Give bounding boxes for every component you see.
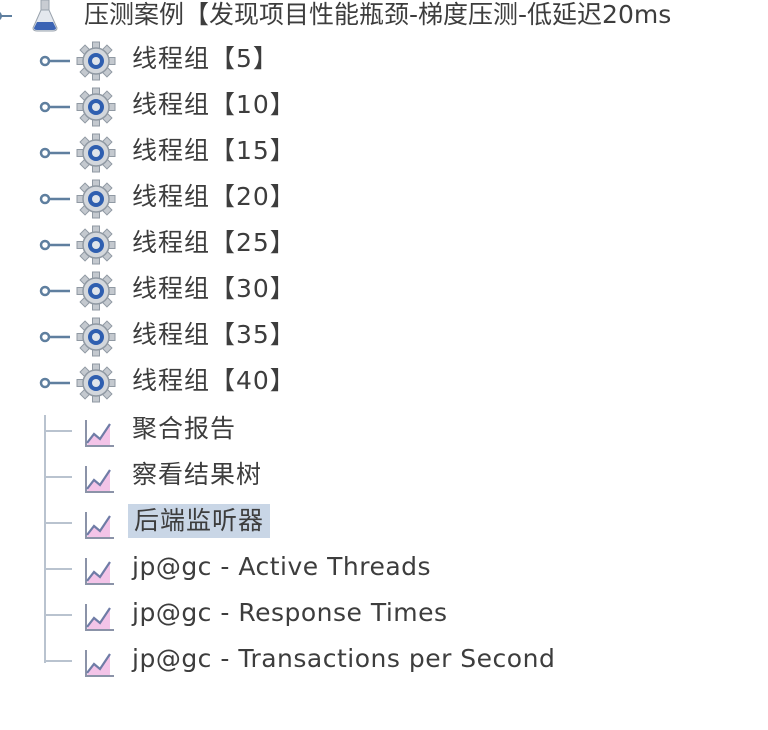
tree-branch-line	[46, 476, 72, 478]
tree-node-listener[interactable]: jp@gc - Response Times	[0, 592, 768, 636]
expand-handle-icon[interactable]	[38, 326, 72, 348]
tree-node-thread-group[interactable]: 线程组【20】	[0, 176, 768, 220]
tree-branch-line	[46, 614, 72, 616]
listener-graph-icon	[85, 420, 114, 447]
expand-handle-icon[interactable]	[38, 280, 72, 302]
expand-handle-icon[interactable]	[38, 234, 72, 256]
tree-node-thread-group[interactable]: 线程组【35】	[0, 314, 768, 358]
tree-node-thread-group[interactable]: 线程组【15】	[0, 130, 768, 174]
expand-handle-icon[interactable]	[38, 96, 72, 118]
gear-icon	[76, 87, 116, 127]
tree-branch-line	[46, 522, 72, 524]
tree-branch-line	[46, 660, 72, 662]
tree-node-test-plan[interactable]: 压测案例【发现项目性能瓶颈-梯度压测-低延迟20ms	[0, 0, 768, 38]
tree-node-listener[interactable]: jp@gc - Active Threads	[0, 546, 768, 590]
gear-icon	[76, 225, 116, 265]
thread-group-label[interactable]: 线程组【5】	[132, 42, 279, 76]
tree-node-listener[interactable]: 聚合报告	[0, 408, 768, 452]
thread-group-label[interactable]: 线程组【10】	[132, 88, 296, 122]
thread-group-label[interactable]: 线程组【30】	[132, 272, 296, 306]
expand-handle-icon[interactable]	[38, 50, 72, 72]
expand-handle-icon[interactable]	[38, 142, 72, 164]
tree-node-listener-selected[interactable]: 后端监听器	[0, 500, 768, 544]
gear-icon	[76, 179, 116, 219]
gear-icon	[76, 317, 116, 357]
flask-icon	[32, 0, 58, 32]
test-plan-label[interactable]: 压测案例【发现项目性能瓶颈-梯度压测-低延迟20ms	[84, 0, 671, 32]
collapse-handle-icon[interactable]	[0, 4, 12, 28]
thread-group-label[interactable]: 线程组【25】	[132, 226, 296, 260]
tree-branch-line	[46, 568, 72, 570]
listener-graph-icon	[85, 604, 114, 631]
tree-branch-line	[46, 430, 72, 432]
tree-node-thread-group[interactable]: 线程组【25】	[0, 222, 768, 266]
listener-label[interactable]: 聚合报告	[132, 412, 236, 446]
listener-label[interactable]: jp@gc - Response Times	[132, 596, 448, 630]
listener-label[interactable]: 察看结果树	[132, 458, 262, 492]
listener-graph-icon	[85, 650, 114, 677]
gear-icon	[76, 41, 116, 81]
listener-label[interactable]: jp@gc - Transactions per Second	[132, 642, 555, 676]
listener-graph-icon	[85, 466, 114, 493]
thread-group-label[interactable]: 线程组【35】	[132, 318, 296, 352]
tree-node-thread-group[interactable]: 线程组【5】	[0, 38, 768, 82]
tree-node-listener[interactable]: jp@gc - Transactions per Second	[0, 638, 768, 682]
tree-node-thread-group[interactable]: 线程组【30】	[0, 268, 768, 312]
gear-icon	[76, 271, 116, 311]
listener-label[interactable]: jp@gc - Active Threads	[132, 550, 431, 584]
listener-label-selected[interactable]: 后端监听器	[128, 504, 271, 538]
listener-graph-icon	[85, 512, 114, 539]
tree-node-thread-group[interactable]: 线程组【40】	[0, 360, 768, 404]
expand-handle-icon[interactable]	[38, 372, 72, 394]
gear-icon	[76, 133, 116, 173]
expand-handle-icon[interactable]	[38, 188, 72, 210]
tree-node-listener[interactable]: 察看结果树	[0, 454, 768, 498]
gear-icon	[76, 363, 116, 403]
thread-group-label[interactable]: 线程组【15】	[132, 134, 296, 168]
thread-group-label[interactable]: 线程组【40】	[132, 364, 296, 398]
test-plan-tree: 压测案例【发现项目性能瓶颈-梯度压测-低延迟20ms 线程组【5】 线程组【10…	[0, 0, 768, 730]
thread-group-label[interactable]: 线程组【20】	[132, 180, 296, 214]
tree-node-thread-group[interactable]: 线程组【10】	[0, 84, 768, 128]
listener-graph-icon	[85, 558, 114, 585]
